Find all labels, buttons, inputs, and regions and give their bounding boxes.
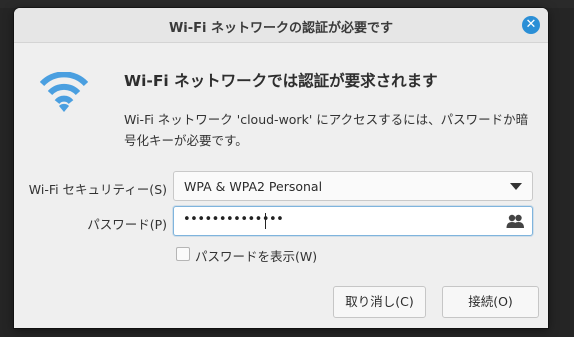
security-select[interactable]: WPA & WPA2 Personal [173, 171, 533, 201]
password-label: パスワード(P) [87, 217, 167, 232]
password-input[interactable]: •••••••••••••• [173, 206, 533, 236]
show-password-label[interactable]: パスワードを表示(W) [195, 246, 317, 265]
dialog-heading: Wi-Fi ネットワークでは認証が要求されます [124, 72, 438, 90]
dialog-description: Wi-Fi ネットワーク 'cloud-work' にアクセスするには、パスワー… [124, 112, 529, 148]
security-label: Wi-Fi セキュリティー(S) [28, 182, 167, 197]
password-value: •••••••••••••• [183, 212, 284, 227]
users-icon[interactable] [506, 213, 524, 229]
close-icon: ✕ [525, 17, 537, 32]
security-select-value: WPA & WPA2 Personal [184, 179, 323, 194]
title-bar: Wi-Fi ネットワークの認証が必要です ✕ [14, 8, 548, 43]
window-title: Wi-Fi ネットワークの認証が必要です [168, 21, 394, 36]
close-button[interactable]: ✕ [522, 16, 540, 34]
show-password-checkbox[interactable] [176, 247, 190, 261]
chevron-down-icon [510, 183, 522, 190]
cancel-button[interactable]: 取り消し(C) [333, 286, 426, 318]
wifi-auth-dialog: Wi-Fi ネットワークの認証が必要です ✕ Wi-Fi ネットワークでは認証が… [14, 8, 548, 328]
connect-button[interactable]: 接続(O) [442, 286, 539, 318]
background-window [0, 0, 574, 8]
text-caret [265, 213, 266, 229]
wifi-icon [40, 72, 88, 112]
